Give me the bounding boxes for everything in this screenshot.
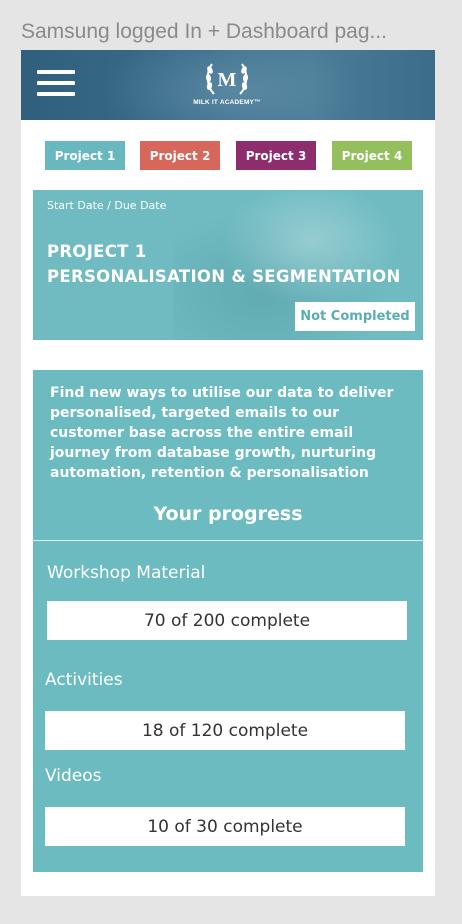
project-hero-card: Start Date / Due Date PROJECT 1 PERSONAL… — [33, 190, 423, 340]
workshop-material-label: Workshop Material — [47, 563, 206, 583]
activities-label: Activities — [45, 670, 123, 690]
tab-project-4[interactable]: Project 4 — [332, 141, 412, 170]
project-dates-label: Start Date / Due Date — [47, 199, 167, 212]
videos-progress[interactable]: 10 of 30 complete — [45, 807, 405, 846]
project-tabs: Project 1 Project 2 Project 3 Project 4 — [45, 141, 415, 170]
videos-label: Videos — [45, 766, 102, 786]
activities-progress[interactable]: 18 of 120 complete — [45, 711, 405, 750]
artboard-title: Samsung logged In + Dashboard pag... — [21, 20, 388, 43]
logo-text: MILK IT ACADEMY™ — [193, 99, 261, 106]
svg-text:M: M — [218, 69, 237, 91]
project-title: PROJECT 1 PERSONALISATION & SEGMENTATION — [47, 239, 417, 289]
project-title-line-1: PROJECT 1 — [47, 242, 147, 261]
project-description: Find new ways to utilise our data to del… — [50, 385, 394, 481]
academy-logo[interactable]: M MILK IT ACADEMY™ — [187, 60, 267, 116]
tab-project-1[interactable]: Project 1 — [45, 141, 125, 170]
tab-project-2[interactable]: Project 2 — [140, 141, 220, 170]
app-header: M MILK IT ACADEMY™ — [21, 50, 435, 120]
divider — [33, 540, 423, 541]
status-badge: Not Completed — [295, 302, 415, 331]
phone-screen: M MILK IT ACADEMY™ Project 1 Project 2 P… — [21, 50, 435, 896]
workshop-material-progress[interactable]: 70 of 200 complete — [47, 601, 407, 640]
tab-project-3[interactable]: Project 3 — [236, 141, 316, 170]
hamburger-icon[interactable] — [37, 70, 75, 96]
project-title-line-2: PERSONALISATION & SEGMENTATION — [47, 267, 401, 286]
project-details-panel: Find new ways to utilise our data to del… — [33, 370, 423, 872]
progress-heading: Your progress — [153, 503, 303, 525]
laurel-logo-icon: M — [205, 63, 249, 95]
